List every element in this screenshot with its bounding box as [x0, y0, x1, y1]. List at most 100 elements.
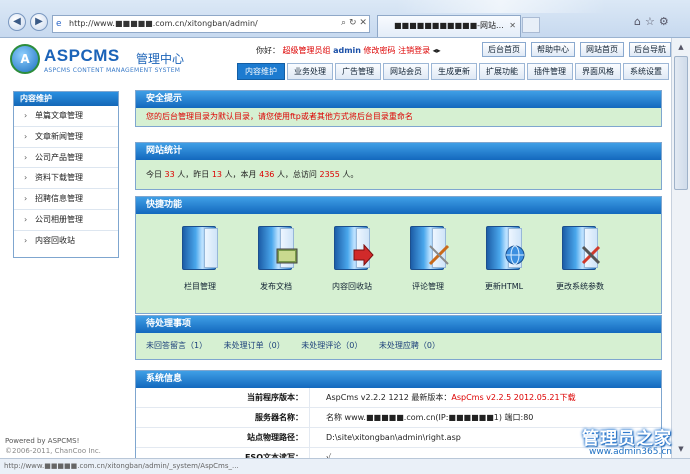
row-key: 当前程序版本： — [136, 388, 310, 408]
security-title: 安全提示 — [136, 91, 661, 108]
sidebar-item-downloads[interactable]: 资料下载管理 — [14, 168, 118, 190]
quick-item-recycle[interactable]: 内容回收站 — [322, 224, 382, 292]
quick-label: 内容回收站 — [332, 282, 372, 291]
address-text: http://www.■■■■■.com.cn/xitongban/admin/ — [69, 19, 258, 28]
publish-doc-icon — [254, 224, 298, 280]
todo-applications-link[interactable]: 未处理应聘（0） — [379, 341, 440, 350]
address-tools[interactable]: ⌕ ↻ ✕ — [338, 15, 370, 33]
change-password-link[interactable]: 修改密码 — [364, 46, 396, 55]
close-tab-icon[interactable]: ✕ — [509, 16, 516, 36]
back-button[interactable]: ◀ — [8, 13, 26, 31]
quick-panel: 快捷功能 栏目管理 发布文档 内容回收站 评论管理 更新HTML 更改系统参数 — [135, 196, 662, 314]
stats-total-label: 人，总访问 — [276, 170, 317, 179]
sidebar-item-jobs[interactable]: 招聘信息管理 — [14, 189, 118, 210]
quick-label: 栏目管理 — [184, 282, 216, 291]
username: admin — [333, 46, 361, 55]
scroll-down-icon[interactable]: ▼ — [674, 442, 688, 456]
row-value: D:\site\xitongban\admin\right.asp — [326, 433, 461, 442]
row-key: 站点物理路径： — [136, 428, 310, 448]
nav-arrows-icon[interactable]: ◂▸ — [433, 46, 441, 55]
search-icon[interactable]: ⌕ — [341, 18, 346, 28]
tab-content[interactable]: 内容维护 — [237, 63, 285, 80]
quick-item-columns[interactable]: 栏目管理 — [170, 224, 230, 292]
tab-business[interactable]: 业务处理 — [287, 63, 333, 80]
brand-name: ASPCMS — [44, 46, 120, 65]
status-bar: http://www.■■■■■.com.cn/xitongban/admin/… — [0, 458, 690, 474]
sidebar-item-single-article[interactable]: 单篇文章管理 — [14, 106, 118, 127]
sidebar-item-recycle[interactable]: 内容回收站 — [14, 231, 118, 252]
tab-generate[interactable]: 生成更新 — [431, 63, 477, 80]
scroll-up-icon[interactable]: ▲ — [674, 40, 688, 54]
row-value: AspCms v2.2.2 1212 最新版本：AspCms v2.2.5 20… — [326, 388, 576, 408]
brand-cn: 管理中心 — [136, 52, 185, 66]
tab-ads[interactable]: 广告管理 — [335, 63, 381, 80]
version-current: AspCms v2.2.2 1212 最新版本： — [326, 393, 452, 402]
home-icon[interactable]: ⌂ — [634, 15, 645, 28]
row-value: 名称 www.■■■■■.com.cn(IP:■■■■■■1) 端口:80 — [326, 413, 534, 422]
todo-orders-link[interactable]: 未处理订单（0） — [224, 341, 285, 350]
tab-title: ■■■■■■■■■■■-网站... — [394, 21, 504, 30]
greeting: 你好： — [256, 46, 280, 55]
todo-comments-link[interactable]: 未处理评论（0） — [301, 341, 362, 350]
site-home-button[interactable]: 网站首页 — [580, 42, 624, 57]
quick-item-comments[interactable]: 评论管理 — [398, 224, 458, 292]
stats-line: 今日 33 人，昨日 13 人，本月 436 人，总访问 2355 人。 — [136, 160, 661, 189]
watermark-url: www.admin365.cn — [588, 447, 672, 457]
browser-tab[interactable]: ■■■■■■■■■■■-网站... ✕ — [377, 15, 521, 37]
scrollbar-thumb[interactable] — [674, 56, 688, 190]
vertical-scrollbar[interactable]: ▲ ▼ — [671, 38, 690, 458]
sidebar-title: 内容维护 — [14, 92, 118, 106]
ie-icon: e — [56, 19, 62, 29]
quick-title: 快捷功能 — [136, 197, 661, 214]
new-tab-button[interactable] — [522, 17, 540, 33]
stats-panel: 网站统计 今日 33 人，昨日 13 人，本月 436 人，总访问 2355 人… — [135, 142, 662, 190]
tab-settings[interactable]: 系统设置 — [623, 63, 669, 80]
quick-label: 更改系统参数 — [556, 282, 604, 291]
brand-subtitle: ASPCMS CONTENT MANAGEMENT SYSTEM — [44, 67, 181, 74]
system-title: 系统信息 — [136, 371, 661, 388]
browser-window: ◀ ▶ e http://www.■■■■■.com.cn/xitongban/… — [0, 0, 690, 474]
sidebar-item-album[interactable]: 公司相册管理 — [14, 210, 118, 231]
todo-unanswered-link[interactable]: 未回答留言（1） — [146, 341, 207, 350]
refresh-icon[interactable]: ↻ — [349, 18, 357, 28]
sidebar-item-products[interactable]: 公司产品管理 — [14, 148, 118, 169]
stats-today: 33 — [164, 170, 175, 179]
quick-item-publish[interactable]: 发布文档 — [246, 224, 306, 292]
stats-total: 2355 — [319, 170, 340, 179]
logo-a-icon: A — [20, 52, 30, 66]
quick-label: 评论管理 — [412, 282, 444, 291]
user-bar: 你好： 超级管理员组 admin 修改密码 注销登录 ◂▸ — [256, 45, 441, 56]
folder-book-icon — [178, 224, 222, 280]
tab-members[interactable]: 网站会员 — [383, 63, 429, 80]
watermark-main: 管理员之家 — [582, 429, 672, 449]
address-bar[interactable]: e http://www.■■■■■.com.cn/xitongban/admi… — [52, 15, 370, 33]
stats-month: 436 — [259, 170, 275, 179]
logout-link[interactable]: 注销登录 — [398, 46, 430, 55]
tab-plugins[interactable]: 插件管理 — [527, 63, 573, 80]
stats-end: 人。 — [342, 170, 359, 179]
security-panel: 安全提示 您的后台管理目录为默认目录，请您使用ftp或者其他方式将后台目录重命名 — [135, 90, 662, 127]
powered-by: Powered by ASPCMS! — [5, 437, 80, 445]
stats-yesterday-label: 人，昨日 — [177, 170, 210, 179]
quick-label: 更新HTML — [484, 282, 524, 291]
logo: A — [10, 44, 40, 74]
forward-button[interactable]: ▶ — [30, 13, 48, 31]
quick-item-system-params[interactable]: 更改系统参数 — [550, 224, 610, 292]
row-value: √ — [326, 453, 332, 458]
help-center-button[interactable]: 帮助中心 — [531, 42, 575, 57]
sidebar-item-news[interactable]: 文章新闻管理 — [14, 127, 118, 148]
page-content: A ASPCMS 管理中心 ASPCMS CONTENT MANAGEMENT … — [0, 38, 671, 458]
tab-extensions[interactable]: 扩展功能 — [479, 63, 525, 80]
tab-theme[interactable]: 界面风格 — [575, 63, 621, 80]
admin-home-button[interactable]: 后台首页 — [482, 42, 526, 57]
admin-nav-button[interactable]: 后台导航 — [629, 42, 671, 57]
stop-icon[interactable]: ✕ — [359, 18, 367, 28]
favorites-icon[interactable]: ☆ — [645, 15, 659, 28]
row-key: FSO文本读写： — [136, 448, 310, 458]
stats-today-label: 今日 — [146, 170, 162, 179]
quick-item-update-html[interactable]: 更新HTML — [474, 224, 534, 292]
version-latest-link[interactable]: AspCms v2.2.5 2012.05.21下载 — [451, 393, 575, 402]
gear-icon[interactable]: ⚙ — [659, 15, 673, 28]
cms-header: A ASPCMS 管理中心 ASPCMS CONTENT MANAGEMENT … — [0, 38, 671, 81]
stats-yesterday: 13 — [211, 170, 223, 179]
